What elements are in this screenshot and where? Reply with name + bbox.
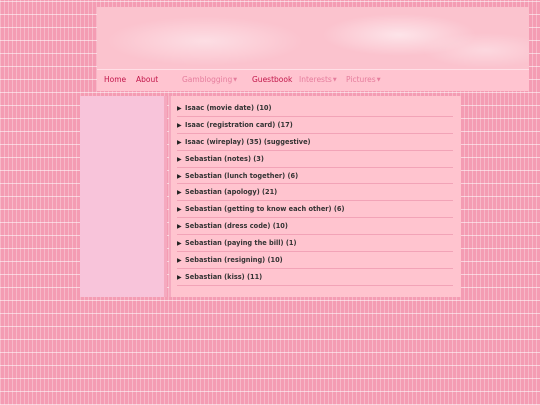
triangle-right-icon[interactable]: ▶ <box>177 253 185 269</box>
triangle-right-icon[interactable]: ▶ <box>177 219 185 235</box>
list-item[interactable]: ▶ Sebastian (lunch together) (6) <box>177 168 453 185</box>
site-header: Home About Gamblogging▼ Guestbook Intere… <box>97 7 529 91</box>
caret-down-icon: ▼ <box>233 77 238 83</box>
nav-bar: Home About Gamblogging▼ Guestbook Intere… <box>97 69 529 91</box>
list-item[interactable]: ▶ Sebastian (getting to know each other) … <box>177 201 453 219</box>
nav-home[interactable]: Home <box>104 75 126 84</box>
archive-list: ▶ Isaac (movie date) (10) ▶ Isaac (registr… <box>177 100 453 286</box>
list-item-label: Sebastian (paying the bill) (1) <box>185 239 297 248</box>
caret-down-icon: ▼ <box>376 77 381 83</box>
triangle-right-icon[interactable]: ▶ <box>177 169 185 185</box>
list-item-label: Isaac (registration card) (17) <box>185 120 293 129</box>
nav-about[interactable]: About <box>136 75 158 84</box>
list-item-label: Sebastian (resigning) (10) <box>185 256 283 265</box>
nav-guestbook[interactable]: Guestbook <box>252 75 292 84</box>
list-item[interactable]: ▶ Sebastian (dress code) (10) <box>177 218 453 236</box>
triangle-right-icon[interactable]: ▶ <box>177 185 185 201</box>
list-item[interactable]: ▶ Isaac (registration card) (17) <box>177 117 453 134</box>
triangle-right-icon[interactable]: ▶ <box>177 135 185 151</box>
nav-pictures-label: Pictures <box>346 75 376 84</box>
header-banner <box>97 7 529 69</box>
list-item[interactable]: ▶ Isaac (wireplay) (35) (suggestive) <box>177 134 453 151</box>
list-item-label: Sebastian (kiss) (11) <box>185 272 263 281</box>
list-item[interactable]: ▶ Sebastian (kiss) (11) <box>177 269 453 286</box>
triangle-right-icon[interactable]: ▶ <box>177 236 185 252</box>
nav-interests[interactable]: Interests▼ <box>299 75 337 84</box>
caret-down-icon: ▼ <box>332 77 337 83</box>
triangle-right-icon[interactable]: ▶ <box>177 202 185 218</box>
nav-pictures[interactable]: Pictures▼ <box>346 75 381 84</box>
list-item-label: Sebastian (lunch together) (6) <box>185 171 299 180</box>
list-item-label: Sebastian (getting to know each other) (… <box>185 205 345 214</box>
nav-interests-label: Interests <box>299 75 332 84</box>
triangle-right-icon[interactable]: ▶ <box>177 152 185 168</box>
list-item-label: Isaac (movie date) (10) <box>185 104 272 112</box>
list-item-label: Isaac (wireplay) (35) (suggestive) <box>185 137 311 146</box>
nav-gamblogging-label: Gamblogging <box>182 75 233 84</box>
list-item[interactable]: ▶ Isaac (movie date) (10) <box>177 100 453 117</box>
nav-gamblogging[interactable]: Gamblogging▼ <box>182 75 237 84</box>
main-content: ▶ Isaac (movie date) (10) ▶ Isaac (registr… <box>169 96 461 297</box>
triangle-right-icon[interactable]: ▶ <box>177 118 185 134</box>
list-item[interactable]: ▶ Sebastian (notes) (3) <box>177 151 453 168</box>
list-item-label: Sebastian (apology) (21) <box>185 188 278 197</box>
list-item-label: Sebastian (notes) (3) <box>185 154 264 163</box>
list-item[interactable]: ▶ Sebastian (resigning) (10) <box>177 252 453 269</box>
triangle-right-icon[interactable]: ▶ <box>177 101 185 117</box>
list-item-label: Sebastian (dress code) (10) <box>185 222 288 231</box>
list-item[interactable]: ▶ Sebastian (apology) (21) <box>177 184 453 202</box>
sidebar <box>80 96 167 297</box>
triangle-right-icon[interactable]: ▶ <box>177 270 185 286</box>
list-item[interactable]: ▶ Sebastian (paying the bill) (1) <box>177 235 453 253</box>
